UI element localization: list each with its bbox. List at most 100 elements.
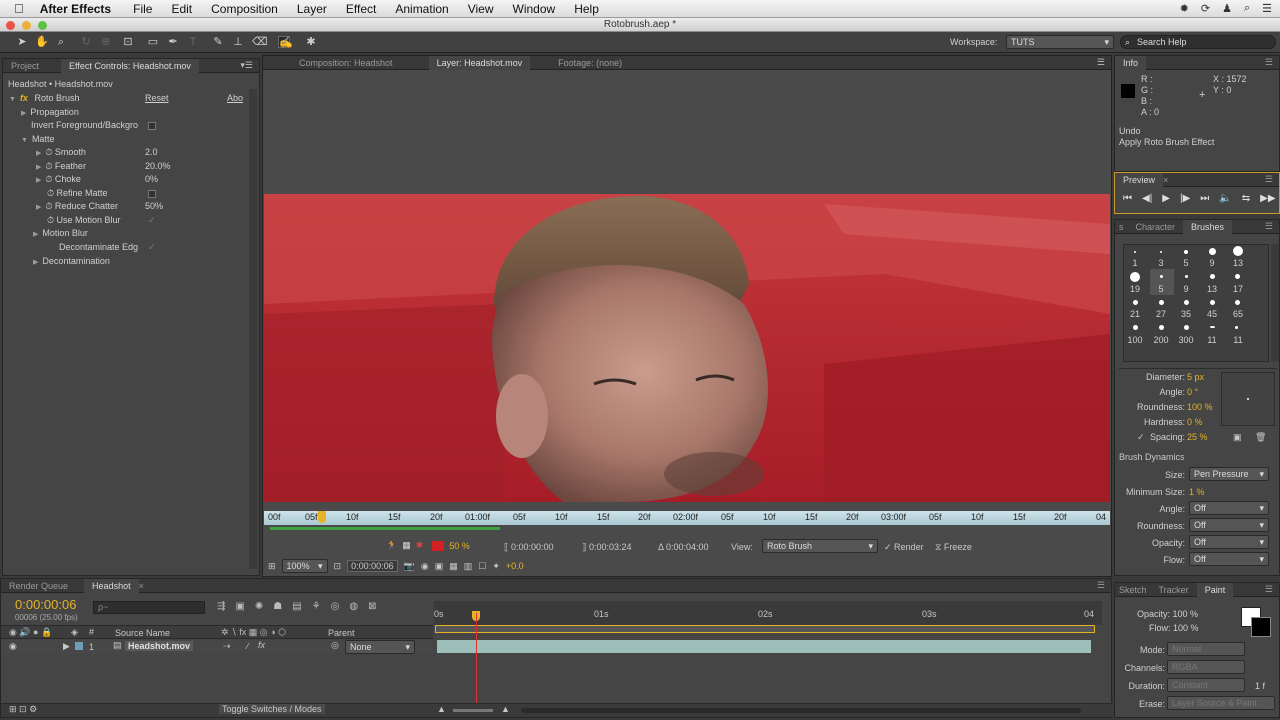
time-out[interactable]: 0:00:03:24 xyxy=(589,542,632,552)
tab-paint[interactable]: Paint xyxy=(1196,582,1234,597)
panel-menu-icon[interactable]: ▾☰ xyxy=(240,60,253,71)
brush-dot[interactable] xyxy=(1133,300,1138,305)
source-name-header[interactable]: Source Name xyxy=(115,628,170,638)
matte-group[interactable]: ▼ Matte xyxy=(21,134,54,144)
menu-window[interactable]: Window xyxy=(513,2,556,16)
parent-select[interactable]: None ▾ xyxy=(345,640,415,654)
menu-composition[interactable]: Composition xyxy=(211,2,278,16)
graph-editor-icon[interactable]: ◍ xyxy=(349,601,358,612)
angle-value[interactable]: 0 ° xyxy=(1187,387,1198,397)
tab-headshot-comp[interactable]: Headshot xyxy=(84,578,139,593)
background-color-swatch[interactable] xyxy=(1251,617,1271,637)
playhead-marker[interactable] xyxy=(318,511,326,523)
fx-icon[interactable]: fx xyxy=(20,93,28,103)
pan-behind-tool-icon[interactable]: ⊡ xyxy=(122,36,134,48)
zoom-tool-icon[interactable]: ⌕ xyxy=(55,36,67,48)
visibility-icon[interactable]: ◉ xyxy=(9,641,17,652)
smooth-row[interactable]: ▶ ⏱ Smooth xyxy=(36,147,86,158)
brush-dot[interactable] xyxy=(1210,300,1215,305)
brush-dot[interactable] xyxy=(1130,272,1140,282)
choke-row[interactable]: ▶ ⏱ Choke xyxy=(36,174,81,185)
roto-brush-effect-header[interactable]: ▼ fx Roto Brush xyxy=(9,93,80,103)
region-icon[interactable]: ⊞ xyxy=(268,561,276,572)
list-icon[interactable]: ☰ xyxy=(1262,2,1272,15)
gear-icon[interactable]: ✹ xyxy=(1180,2,1189,15)
audio-icon[interactable]: 🔈 xyxy=(1219,193,1231,204)
trash-icon[interactable]: 🗑 xyxy=(1255,432,1266,443)
brush-presets-grid[interactable]: 1 3 5 9 13 19 5 9 13 17 21 27 35 45 65 1… xyxy=(1123,244,1269,362)
tab-render-queue[interactable]: Render Queue xyxy=(1,579,76,593)
show-snapshot-icon[interactable]: ▣ xyxy=(435,561,444,572)
dynamics-angle-select[interactable]: Off ▾ xyxy=(1189,501,1269,515)
reset-link[interactable]: Reset xyxy=(145,93,169,103)
search-icon[interactable]: ⌕ xyxy=(1244,2,1250,15)
hand-tool-icon[interactable]: ✋ xyxy=(35,36,49,48)
brush-dot[interactable] xyxy=(1233,246,1243,256)
tab-sketch[interactable]: Sketch xyxy=(1115,583,1151,597)
pick-whip-icon[interactable]: ◎ xyxy=(331,640,339,651)
panel-menu-icon[interactable]: ☰ xyxy=(1265,57,1273,68)
magnification-select[interactable]: 100% ▾ xyxy=(281,559,328,573)
rectangle-tool-icon[interactable]: ▭ xyxy=(147,36,159,48)
freeze-button[interactable]: ⧖ Freeze xyxy=(935,542,972,553)
alpha-grid-icon[interactable]: ▦ xyxy=(402,540,411,551)
play-icon[interactable]: ▶ xyxy=(1162,193,1170,204)
viewer-time-ruler[interactable]: 00f 05f 10f 15f 20f 01:00f 05f 10f 15f 2… xyxy=(264,511,1110,525)
eraser-tool-icon[interactable]: ⌫ xyxy=(252,36,268,48)
ram-preview-icon[interactable]: ▶▶ xyxy=(1260,193,1275,204)
live-update-icon[interactable]: ⊠ xyxy=(368,601,376,612)
red-swatch[interactable] xyxy=(432,540,445,551)
grid-icon[interactable]: ▥ xyxy=(464,561,473,572)
tab-paragraph[interactable]: s xyxy=(1115,220,1128,234)
diameter-value[interactable]: 5 px xyxy=(1187,372,1204,382)
viewer-canvas[interactable] xyxy=(264,194,1110,502)
clone-stamp-tool-icon[interactable]: ⊥ xyxy=(232,36,244,48)
snapshot-icon[interactable]: 📷 xyxy=(404,561,415,572)
brainstorm-icon[interactable]: ⚘ xyxy=(312,601,321,612)
tab-footage[interactable]: Footage: (none) xyxy=(550,56,630,70)
size-select[interactable]: Pen Pressure ▾ xyxy=(1189,467,1269,481)
timeline-ruler[interactable]: 0s 01s 02s 03s 04 xyxy=(434,601,1102,625)
feather-value[interactable]: 20.0% xyxy=(145,161,171,171)
minimum-size-value[interactable]: 1 % xyxy=(1189,487,1205,497)
roi-icon[interactable]: ☐ xyxy=(478,561,486,572)
zoom-slider[interactable] xyxy=(453,709,493,712)
menu-effect[interactable]: Effect xyxy=(346,2,376,16)
brush-dot[interactable] xyxy=(1160,251,1162,253)
brush-dot[interactable] xyxy=(1209,248,1216,255)
close-window-button[interactable] xyxy=(6,21,15,30)
tab-composition[interactable]: Composition: Headshot xyxy=(291,56,401,70)
hide-shy-icon[interactable]: ✺ xyxy=(255,601,263,612)
workspace-select[interactable]: TUTS ▾ xyxy=(1006,35,1114,49)
motion-blur-icon[interactable]: ▤ xyxy=(292,601,301,612)
tab-project[interactable]: Project xyxy=(3,59,47,73)
brush-dot[interactable] xyxy=(1134,251,1136,253)
parent-header[interactable]: Parent xyxy=(328,628,355,638)
brush-dot[interactable] xyxy=(1235,274,1240,279)
layer-label-color[interactable] xyxy=(75,642,83,650)
choke-value[interactable]: 0% xyxy=(145,174,158,184)
tab-brushes[interactable]: Brushes xyxy=(1183,219,1233,234)
feather-row[interactable]: ▶ ⏱ Feather xyxy=(36,161,86,172)
brush-dot[interactable] xyxy=(1184,250,1188,254)
rotate-tool-icon[interactable]: ↻ xyxy=(80,36,92,48)
tab-layer[interactable]: Layer: Headshot.mov xyxy=(428,55,531,70)
brush-dot[interactable] xyxy=(1184,300,1189,305)
brush-dot[interactable] xyxy=(1210,274,1215,279)
dynamics-flow-select[interactable]: Off ▾ xyxy=(1189,552,1269,566)
dynamics-opacity-select[interactable]: Off ▾ xyxy=(1189,535,1269,549)
walk-icon[interactable]: 🏃 xyxy=(386,540,397,551)
type-tool-icon[interactable]: T xyxy=(187,36,199,48)
zoom-out-icon[interactable]: ▲ xyxy=(437,704,446,714)
smooth-value[interactable]: 2.0 xyxy=(145,147,158,157)
new-brush-icon[interactable]: ▣ xyxy=(1233,432,1242,443)
draft-3d-icon[interactable]: ▣ xyxy=(235,601,244,612)
brush-dot[interactable] xyxy=(1235,326,1238,329)
user-icon[interactable]: ♟ xyxy=(1222,2,1232,15)
puppet-tool-icon[interactable]: ✱ xyxy=(305,36,317,48)
tab-character[interactable]: Character xyxy=(1128,220,1184,234)
shy-switch-icon[interactable]: ⇢ xyxy=(223,641,231,652)
brush-dot[interactable] xyxy=(1185,275,1188,278)
last-frame-icon[interactable]: ⏭ xyxy=(1200,193,1209,204)
left-panel-scrollbar[interactable] xyxy=(249,89,257,569)
